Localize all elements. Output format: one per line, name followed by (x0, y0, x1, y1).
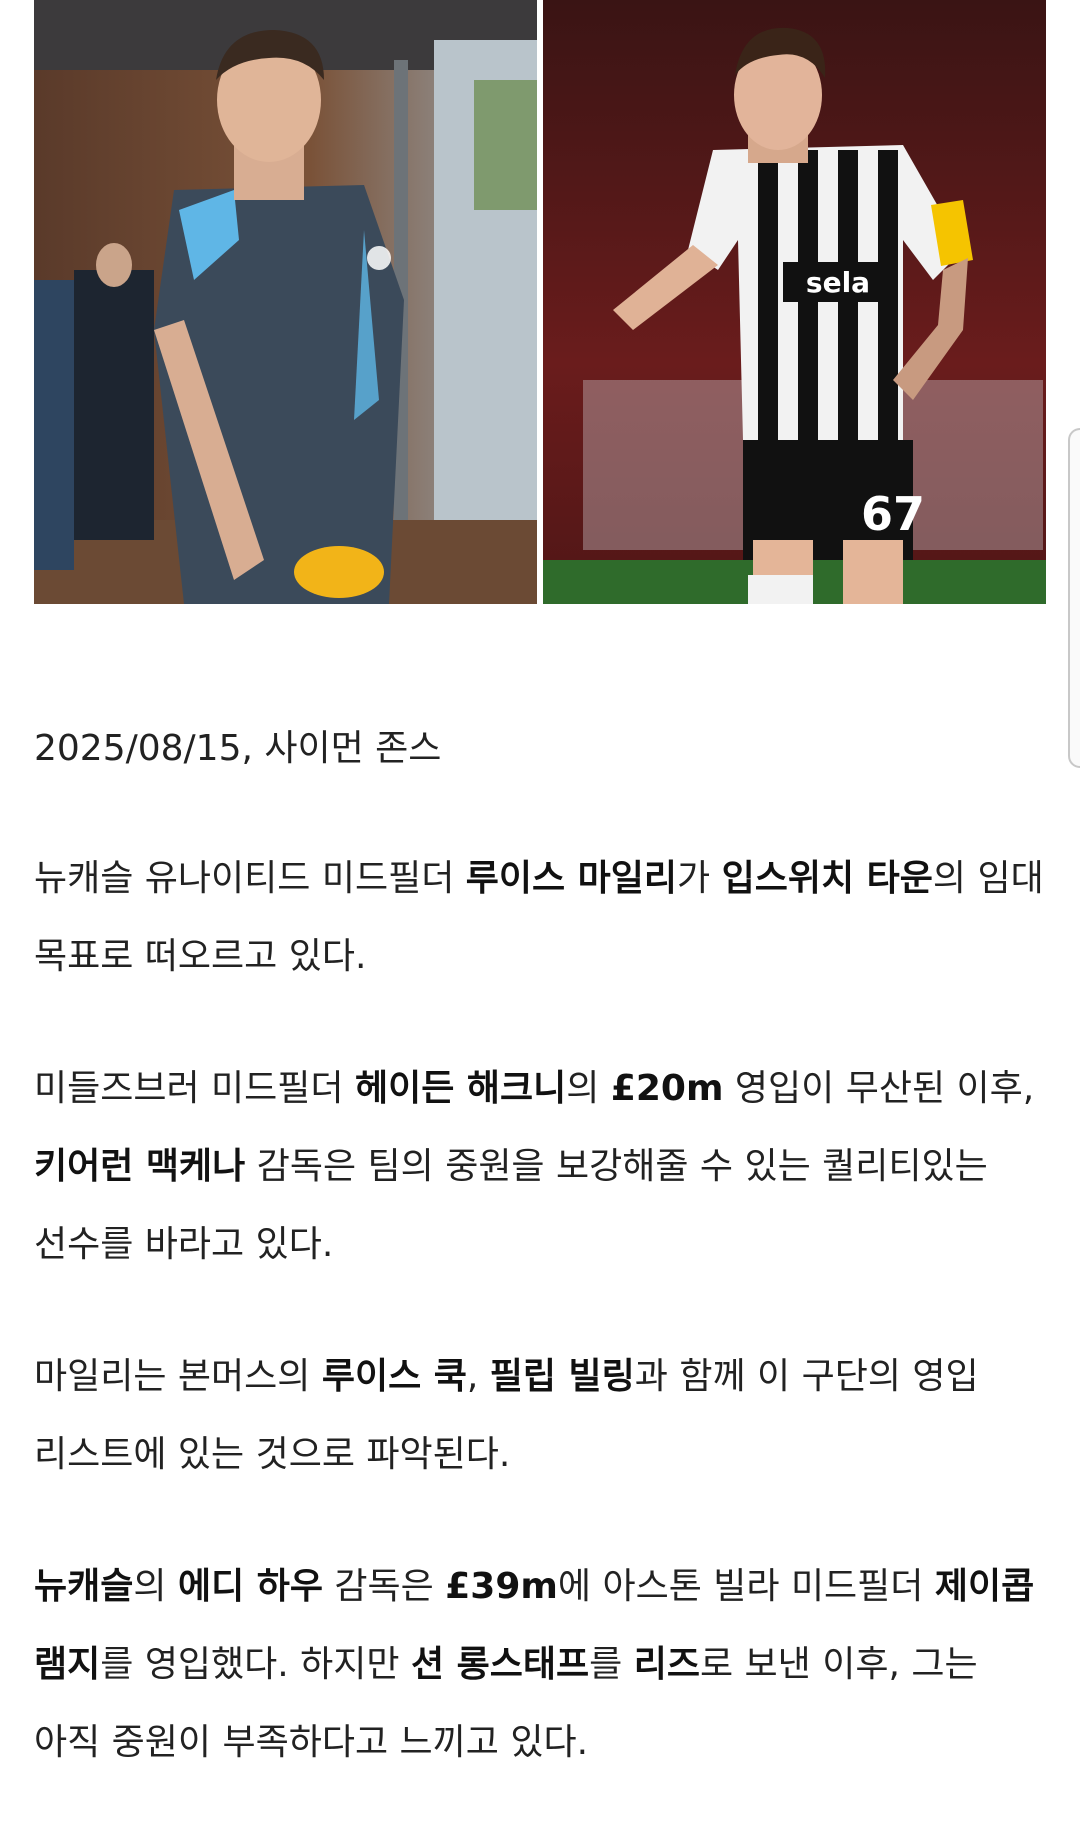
text-segment: 영입이 무산된 이후, (723, 1068, 1035, 1109)
player-walking-image (34, 0, 537, 604)
text-segment: 에 아스톤 빌라 미드필더 (557, 1566, 935, 1607)
text-segment: 마일리는 본머스의 (34, 1356, 322, 1397)
photo-player-match: sela 67 (543, 0, 1046, 604)
bold-name: 입스위치 타운 (721, 858, 933, 899)
bold-name: 키어런 맥케나 (34, 1146, 246, 1187)
bold-name: 헤이든 해크니 (354, 1068, 567, 1109)
text-segment: 의 (133, 1566, 178, 1607)
article-paragraph: 뉴캐슬의 에디 하우 감독은 £39m에 아스톤 빌라 미드필더 제이콥 램지를… (34, 1548, 1044, 1782)
bold-name: £20m (610, 1068, 724, 1109)
article-paragraph: 미들즈브러 미드필더 헤이든 해크니의 £20m 영입이 무산된 이후, 키어런… (34, 1050, 1044, 1284)
text-segment: 뉴캐슬 유나이티드 미드필더 (34, 858, 466, 899)
bold-name: 션 롱스태프 (410, 1644, 590, 1685)
bold-name: 리즈 (633, 1644, 700, 1685)
text-segment: 가 (677, 858, 722, 899)
bold-name: 루이스 쿡 (321, 1356, 467, 1397)
shorts-number: 67 (861, 487, 925, 541)
text-segment: 를 (589, 1644, 634, 1685)
bold-name: £39m (445, 1566, 558, 1607)
header-photo-row: sela 67 (34, 0, 1046, 604)
article-body: 2025/08/15, 사이먼 존스 뉴캐슬 유나이티드 미드필더 루이스 마일… (34, 712, 1044, 1836)
sponsor-text: sela (806, 266, 870, 299)
scrollbar[interactable] (1068, 428, 1080, 768)
text-segment: 미들즈브러 미드필더 (34, 1068, 355, 1109)
bold-name: 필립 빌링 (489, 1356, 635, 1397)
bold-name: 에디 하우 (177, 1566, 323, 1607)
text-segment: 를 영입했다. 하지만 (100, 1644, 411, 1685)
photo-player-walking (34, 0, 537, 604)
text-segment: 감독은 (322, 1566, 446, 1607)
article-paragraph: 마일리는 본머스의 루이스 쿡, 필립 빌링과 함께 이 구단의 영입 리스트에… (34, 1338, 1044, 1494)
bold-name: 루이스 마일리 (465, 858, 678, 899)
player-match-image: sela 67 (543, 0, 1046, 604)
bold-name: 뉴캐슬 (34, 1566, 134, 1607)
text-segment: , (466, 1356, 490, 1397)
article-paragraphs: 뉴캐슬 유나이티드 미드필더 루이스 마일리가 입스위치 타운의 임대 목표로 … (34, 840, 1044, 1782)
article-paragraph: 뉴캐슬 유나이티드 미드필더 루이스 마일리가 입스위치 타운의 임대 목표로 … (34, 840, 1044, 996)
article-byline: 2025/08/15, 사이먼 존스 (34, 728, 442, 769)
text-segment: 의 (566, 1068, 611, 1109)
